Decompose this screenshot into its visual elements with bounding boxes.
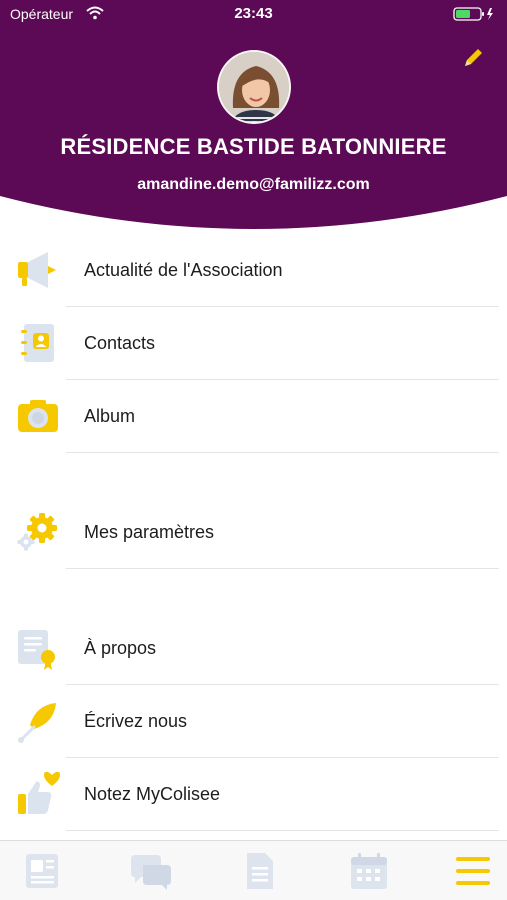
menu-item-settings[interactable]: Mes paramètres bbox=[0, 496, 507, 569]
status-bar: Opérateur 23:43 bbox=[0, 0, 507, 28]
avatar[interactable] bbox=[217, 50, 291, 124]
edit-profile-pencil-icon[interactable] bbox=[461, 46, 485, 70]
certificate-icon bbox=[18, 630, 55, 670]
menu-item-label: Notez MyColisee bbox=[84, 784, 221, 804]
gear-icon bbox=[17, 513, 57, 551]
organization-name: RÉSIDENCE BASTIDE BATONNIERE bbox=[60, 134, 447, 159]
menu-item-album[interactable]: Album bbox=[0, 380, 507, 453]
divider bbox=[66, 830, 499, 831]
menu-item-contact-us[interactable]: Écrivez nous bbox=[0, 685, 507, 758]
status-time: 23:43 bbox=[234, 5, 273, 22]
battery-icon bbox=[453, 7, 493, 21]
divider bbox=[66, 568, 499, 569]
menu-item-label: Contacts bbox=[84, 333, 156, 353]
menu-item-news[interactable]: Actualité de l'Association bbox=[0, 234, 507, 307]
calendar-icon[interactable] bbox=[347, 851, 391, 891]
menu-item-about[interactable]: À propos bbox=[0, 612, 507, 685]
news-icon[interactable] bbox=[20, 851, 64, 891]
divider bbox=[66, 452, 499, 453]
profile-header: Opérateur 23:43 RÉSIDENCE BASTIDE BATONN… bbox=[0, 0, 507, 240]
user-email: amandine.demo@familizz.com bbox=[137, 176, 370, 193]
thumbs-up-heart-icon bbox=[18, 772, 60, 814]
menu-item-label: À propos bbox=[84, 638, 157, 658]
feather-pen-icon bbox=[18, 703, 56, 743]
menu-item-contacts[interactable]: Contacts bbox=[0, 307, 507, 380]
menu-item-rate-app[interactable]: Notez MyColisee bbox=[0, 758, 507, 831]
menu-item-label: Actualité de l'Association bbox=[84, 260, 283, 280]
menu-item-label: Mes paramètres bbox=[84, 522, 215, 542]
megaphone-icon bbox=[18, 252, 56, 288]
hamburger-menu-icon[interactable] bbox=[451, 851, 495, 891]
menu-item-label: Écrivez nous bbox=[84, 711, 188, 731]
camera-icon bbox=[18, 400, 58, 432]
chat-icon[interactable] bbox=[129, 851, 173, 891]
bottom-tab-bar bbox=[0, 840, 507, 900]
menu-item-label: Album bbox=[84, 406, 136, 426]
document-icon[interactable] bbox=[237, 851, 281, 891]
address-book-icon bbox=[21, 324, 54, 362]
